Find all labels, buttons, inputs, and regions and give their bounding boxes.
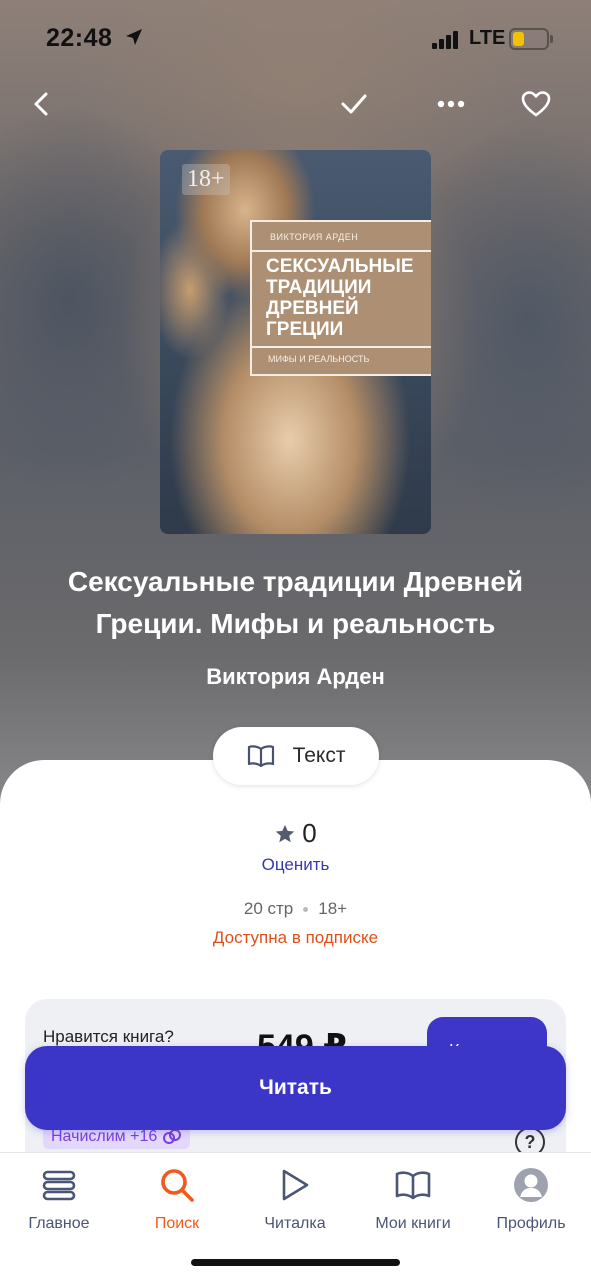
location-arrow-icon: [124, 27, 144, 52]
tab-label: Поиск: [154, 1215, 200, 1232]
rate-link[interactable]: Оценить: [0, 855, 591, 875]
signal-icon: [432, 31, 462, 54]
search-icon: [118, 1165, 236, 1205]
network-type: LTE: [469, 27, 506, 49]
link-icon: [163, 1129, 182, 1144]
bonus-label: Начислим +16: [51, 1128, 158, 1145]
tab-reader[interactable]: Читалка: [236, 1165, 354, 1233]
age-rating: 18+: [318, 899, 348, 918]
rating-display: 0: [0, 818, 591, 849]
avatar-icon: [472, 1165, 590, 1205]
format-label: Текст: [292, 744, 346, 767]
cover-title-plate: ВИКТОРИЯ АРДЕН СЕКСУАЛЬНЫЕ ТРАДИЦИИ ДРЕВ…: [250, 220, 431, 376]
cover-divider: [252, 250, 431, 252]
separator-dot: [303, 906, 309, 912]
tab-home[interactable]: Главное: [0, 1165, 118, 1233]
open-book-icon: [354, 1165, 472, 1205]
cover-author: ВИКТОРИЯ АРДЕН: [270, 232, 359, 242]
checkmark-icon: [341, 94, 367, 114]
stack-icon: [0, 1165, 118, 1205]
cover-age-badge: 18+: [182, 164, 230, 195]
star-icon: [276, 824, 295, 842]
cover-title: СЕКСУАЛЬНЫЕ ТРАДИЦИИ ДРЕВНЕЙ ГРЕЦИИ: [266, 256, 414, 340]
rating-value: 0: [302, 818, 317, 848]
book-title: Сексуальные традиции Древней Греции. Миф…: [67, 566, 524, 639]
tab-my-books[interactable]: Мои книги: [354, 1165, 472, 1233]
more-dots-icon: [437, 100, 465, 108]
tab-profile[interactable]: Профиль: [472, 1165, 590, 1233]
favorite-button[interactable]: [518, 86, 554, 122]
book-meta: 20 стр 18+: [0, 899, 591, 919]
cover-divider: [252, 346, 431, 348]
tab-label: Профиль: [496, 1215, 566, 1232]
tab-label: Главное: [28, 1215, 90, 1232]
book-author[interactable]: Виктория Арден: [20, 664, 571, 690]
tab-search[interactable]: Поиск: [118, 1165, 236, 1233]
mark-read-button[interactable]: [336, 86, 372, 122]
play-icon: [236, 1165, 354, 1205]
subscription-note[interactable]: Доступна в подписке: [0, 928, 591, 948]
battery-icon: [509, 28, 549, 50]
purchase-question: Нравится книга?: [43, 1027, 174, 1046]
format-selector[interactable]: Текст: [213, 727, 379, 785]
chevron-left-icon: [34, 92, 48, 116]
battery-tip: [550, 35, 553, 43]
tab-label: Читалка: [264, 1215, 326, 1232]
home-indicator: [191, 1259, 400, 1266]
status-bar: 22:48 LTE: [0, 0, 591, 80]
back-button[interactable]: [24, 86, 60, 122]
book-cover[interactable]: 18+ ВИКТОРИЯ АРДЕН СЕКСУАЛЬНЫЕ ТРАДИЦИИ …: [160, 150, 431, 534]
tab-label: Мои книги: [375, 1215, 451, 1232]
more-button[interactable]: [433, 86, 469, 122]
status-time: 22:48: [46, 24, 113, 52]
read-button[interactable]: Читать: [25, 1046, 566, 1130]
heart-outline-icon: [521, 91, 551, 117]
cover-subtitle: МИФЫ И РЕАЛЬНОСТЬ: [268, 354, 370, 364]
page-count: 20 стр: [243, 899, 294, 918]
open-book-icon: [247, 745, 274, 768]
